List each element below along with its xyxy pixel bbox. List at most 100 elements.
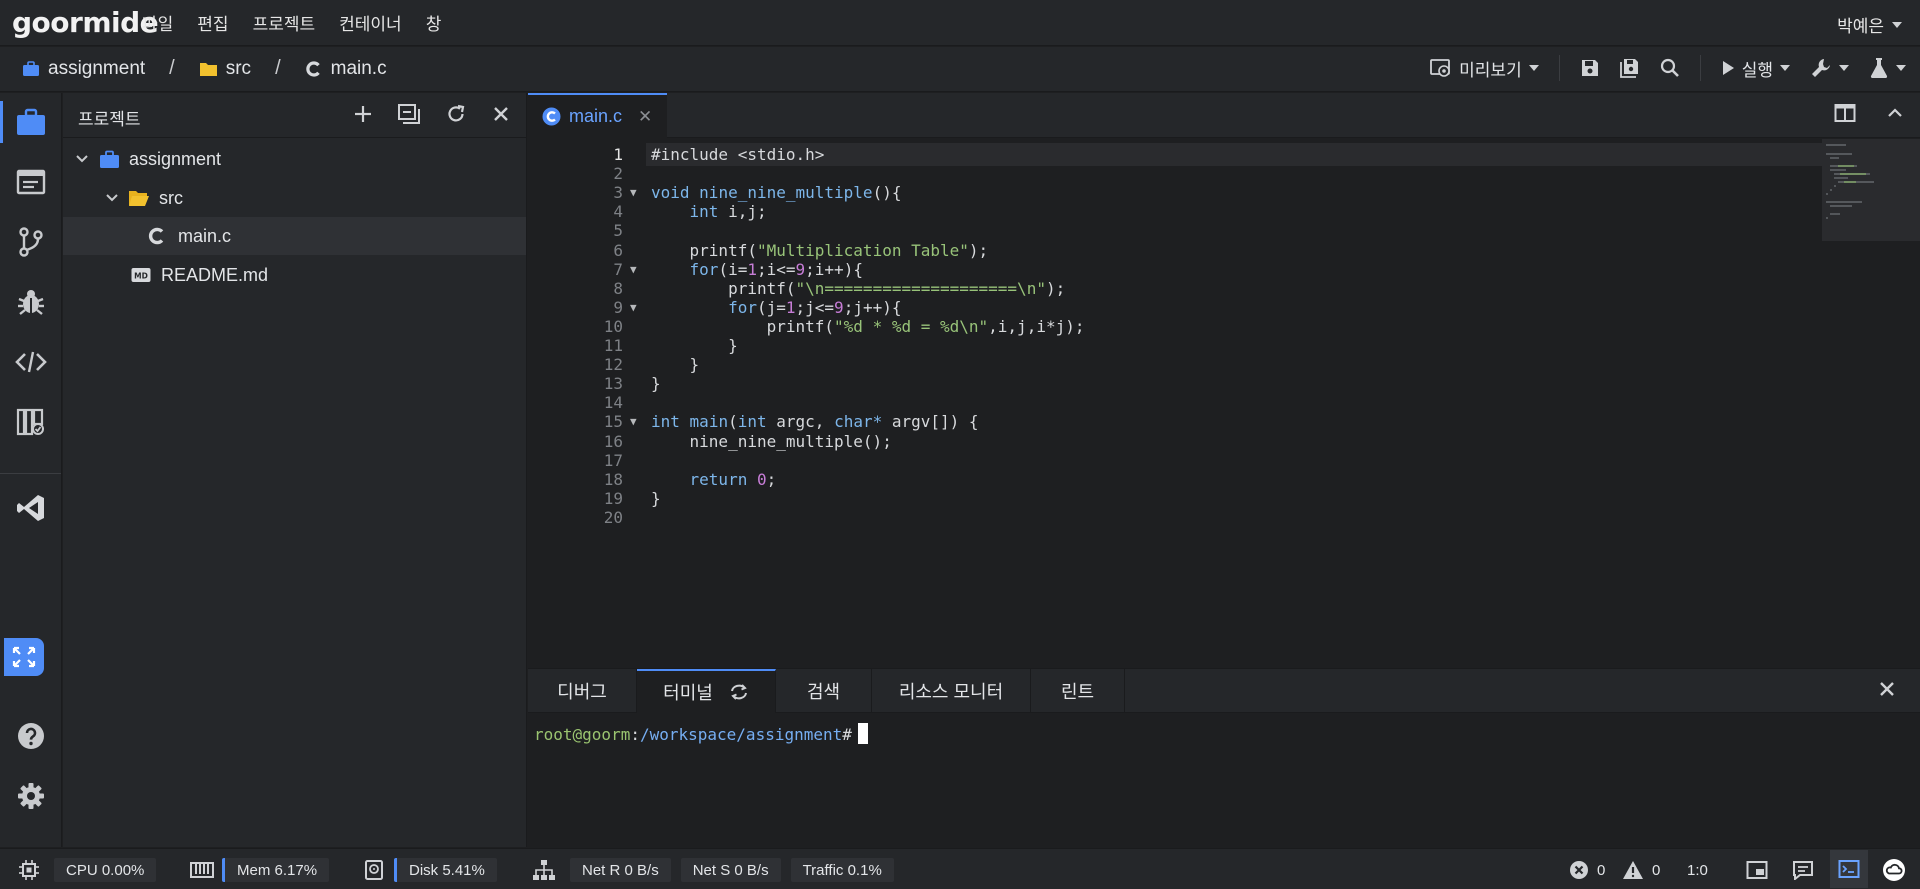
play-icon	[1722, 61, 1734, 75]
chevron-down-icon	[1780, 65, 1790, 71]
wrench-icon	[1812, 59, 1830, 77]
activity-library[interactable]	[14, 405, 48, 439]
tab-label: 린트	[1060, 682, 1095, 702]
chat-button[interactable]	[1792, 858, 1814, 882]
expand-icon	[12, 646, 36, 668]
cursor-position[interactable]: 1:0	[1687, 858, 1708, 882]
save-button[interactable]	[1580, 58, 1600, 78]
explorer-title: 프로젝트	[78, 110, 141, 129]
help-icon	[18, 723, 44, 749]
terminal-toggle-button[interactable]	[1830, 850, 1868, 888]
c-file-icon	[305, 60, 320, 77]
refresh-button[interactable]	[446, 104, 466, 124]
tree-item-file-selected[interactable]: main.c	[63, 217, 526, 255]
tab-terminal[interactable]: 터미널	[637, 669, 776, 713]
menu-project[interactable]: 프로젝트	[253, 10, 316, 35]
cloud-status-button[interactable]	[1882, 858, 1906, 882]
new-file-button[interactable]	[354, 104, 372, 124]
expand-button[interactable]	[4, 638, 44, 676]
menubar: goormide 파일 편집 프로젝트 컨테이너 창 박예은	[0, 0, 1920, 46]
activity-outline[interactable]	[14, 165, 48, 199]
network-status[interactable]: Net R 0 B/s Net S 0 B/s Traffic 0.1%	[532, 858, 894, 882]
menu-window[interactable]: 창	[426, 10, 442, 35]
terminal-cursor	[857, 723, 868, 744]
markdown-file-icon: MD	[131, 268, 151, 282]
tree-item-label: src	[159, 187, 183, 208]
cpu-status[interactable]: CPU 0.00%	[18, 858, 157, 882]
user-menu[interactable]: 박예은	[1837, 12, 1902, 37]
settings-button[interactable]	[14, 779, 48, 813]
activity-git[interactable]	[14, 225, 48, 259]
maximize-editor-button[interactable]	[1886, 103, 1904, 123]
activity-project[interactable]	[0, 101, 48, 143]
minimap[interactable]	[1822, 139, 1920, 241]
sync-icon	[730, 684, 747, 700]
chevron-up-icon	[1888, 108, 1902, 117]
menu-file[interactable]: 파일	[142, 10, 173, 35]
close-icon	[494, 107, 508, 121]
tree-item-label: assignment	[129, 148, 222, 169]
memory-icon	[190, 862, 214, 878]
tab-search[interactable]: 검색	[776, 669, 872, 713]
breadcrumb-project[interactable]: assignment	[22, 58, 145, 80]
tab-debug[interactable]: 디버그	[528, 669, 637, 713]
folder-icon	[199, 63, 217, 76]
code-editor[interactable]: 1 #include <stdio.h> 2 3 ▼ void nine_nine_mul…	[528, 139, 1920, 667]
svg-text:MD: MD	[134, 272, 148, 281]
tab-resource-monitor[interactable]: 리소스 모니터	[872, 669, 1031, 713]
test-button[interactable]	[1869, 57, 1906, 79]
code-line[interactable]: 20	[528, 506, 1920, 529]
warning-count-value: 0	[1652, 861, 1661, 879]
breadcrumb: assignment / src / main.c	[22, 57, 387, 80]
run-button[interactable]: 실행	[1721, 56, 1790, 81]
minimap-preview	[1826, 144, 1874, 219]
flask-icon	[1870, 58, 1888, 78]
search-button[interactable]	[1660, 58, 1680, 78]
warning-count[interactable]: 0	[1622, 858, 1660, 882]
breadcrumb-label: main.c	[330, 57, 387, 79]
tab-lint[interactable]: 린트	[1031, 669, 1125, 713]
collapse-all-button[interactable]	[398, 104, 420, 124]
terminal[interactable]: root@goorm:/workspace/assignment#	[528, 714, 1920, 847]
split-view-icon	[1834, 104, 1856, 122]
menu-edit[interactable]: 편집	[197, 10, 228, 35]
preview-button[interactable]: 미리보기	[1430, 56, 1539, 81]
tab-label: 디버그	[557, 682, 607, 702]
tree-item-project[interactable]: assignment	[63, 140, 526, 178]
chevron-down-icon	[1896, 65, 1906, 71]
tab-main-c[interactable]: main.c ✕	[528, 93, 667, 138]
help-button[interactable]	[14, 719, 48, 753]
terminal-prompt-symbol: #	[842, 725, 852, 744]
mem-status[interactable]: Mem 6.17%	[190, 858, 330, 882]
menu-container[interactable]: 컨테이너	[339, 10, 402, 35]
activity-code[interactable]	[14, 345, 48, 379]
close-explorer-button[interactable]	[492, 104, 510, 124]
user-name: 박예은	[1837, 17, 1884, 36]
chevron-down-icon	[1892, 21, 1902, 28]
build-button[interactable]	[1810, 57, 1849, 79]
refresh-icon	[448, 104, 465, 122]
vscode-icon	[17, 495, 44, 521]
bottom-panel-tabbar: 디버그 터미널 검색 리소스 모니터 린트	[528, 668, 1920, 713]
activity-debug[interactable]	[14, 285, 48, 319]
app-logo[interactable]: goormide	[12, 6, 159, 39]
explorer-header: 프로젝트	[63, 93, 526, 138]
breadcrumb-separator: /	[275, 57, 281, 79]
chat-icon	[1793, 861, 1813, 880]
tab-label: 리소스 모니터	[898, 682, 1004, 702]
save-all-button[interactable]	[1619, 58, 1640, 78]
split-editor-button[interactable]	[1834, 103, 1856, 123]
disk-status[interactable]: Disk 5.41%	[364, 858, 497, 882]
breadcrumb-file[interactable]: main.c	[305, 58, 387, 80]
breadcrumb-label: src	[225, 57, 252, 79]
activity-vscode[interactable]	[14, 491, 48, 525]
close-panel-button[interactable]	[1878, 679, 1896, 699]
net-r-value: Net R 0 B/s	[570, 858, 671, 882]
layout-button[interactable]	[1746, 858, 1768, 882]
breadcrumb-folder[interactable]: src	[199, 58, 251, 80]
error-count-value: 0	[1597, 861, 1606, 879]
close-tab-icon[interactable]: ✕	[638, 107, 652, 127]
tree-item-file[interactable]: MD README.md	[63, 256, 526, 294]
error-count[interactable]: 0	[1569, 858, 1605, 882]
tree-item-folder[interactable]: src	[63, 179, 526, 217]
